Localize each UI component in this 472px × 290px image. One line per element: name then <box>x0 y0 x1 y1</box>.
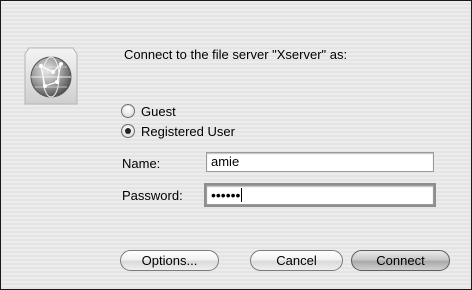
text-caret <box>241 188 243 202</box>
network-globe-icon <box>23 46 79 108</box>
cancel-button[interactable]: Cancel <box>250 250 343 271</box>
password-value: •••••• <box>211 187 241 203</box>
name-field[interactable]: amie <box>206 152 434 172</box>
radio-registered-user-circle[interactable] <box>121 124 135 138</box>
password-label: Password: <box>122 188 183 203</box>
options-button[interactable]: Options... <box>120 250 219 271</box>
connect-button[interactable]: Connect <box>351 250 450 271</box>
name-label: Name: <box>122 156 161 171</box>
radio-registered-user-label[interactable]: Registered User <box>141 124 235 139</box>
radio-guest[interactable]: Guest <box>121 102 176 120</box>
name-value: amie <box>211 154 240 169</box>
radio-registered-user[interactable]: Registered User <box>121 122 235 140</box>
radio-guest-circle[interactable] <box>121 104 135 118</box>
password-field[interactable]: •••••• <box>204 183 436 207</box>
radio-guest-label[interactable]: Guest <box>141 104 176 119</box>
connect-prompt: Connect to the file server "Xserver" as: <box>124 47 348 62</box>
connect-dialog: Connect to the file server "Xserver" as:… <box>0 0 472 290</box>
